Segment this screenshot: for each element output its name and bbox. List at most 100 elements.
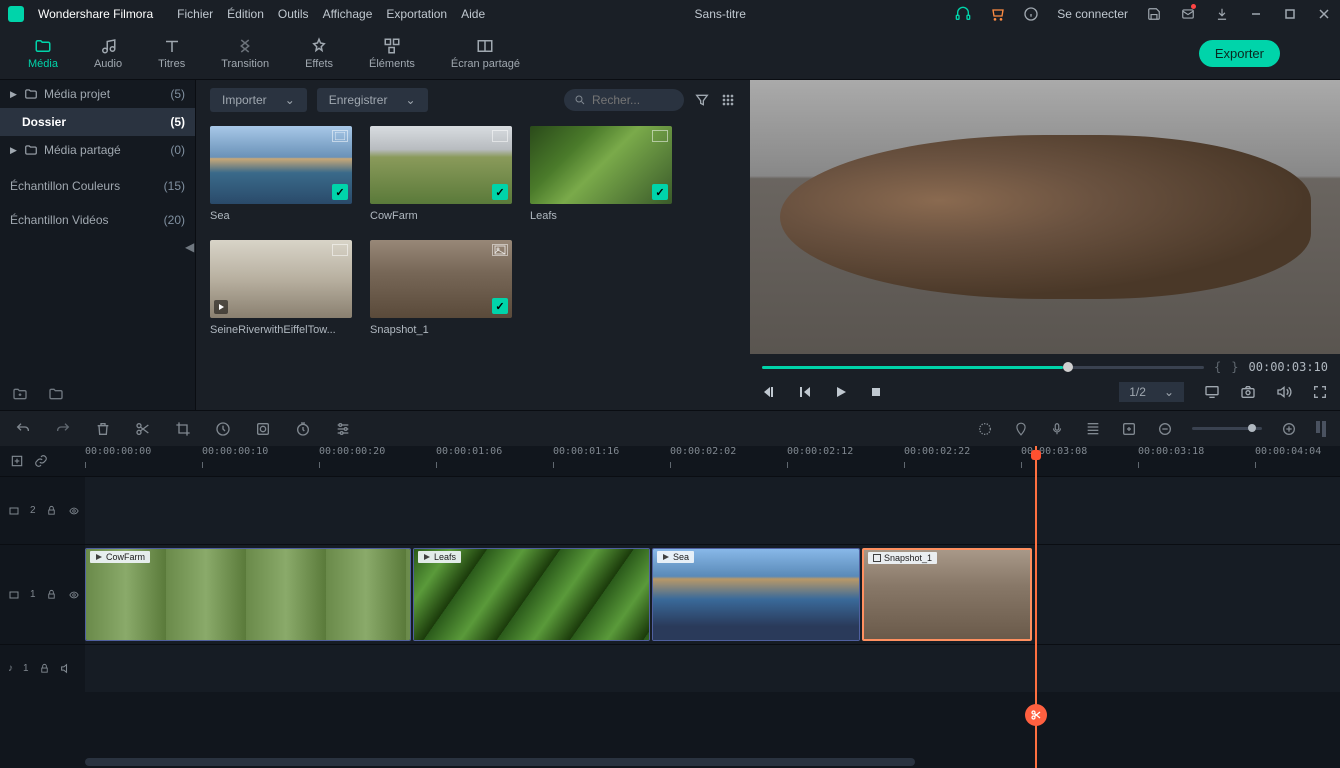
- mute-icon[interactable]: [60, 662, 73, 675]
- menu-help[interactable]: Aide: [461, 7, 485, 21]
- module-toolbar: Média Audio Titres Transition Effets Élé…: [0, 28, 1340, 80]
- save-dropdown[interactable]: Enregistrer ⌄: [317, 88, 428, 112]
- tab-titles[interactable]: Titres: [140, 33, 203, 74]
- search-input[interactable]: [564, 89, 684, 111]
- sidebar-item-folder[interactable]: Dossier (5): [0, 108, 195, 136]
- track-a1[interactable]: ♪1: [0, 644, 1340, 692]
- filter-icon[interactable]: [694, 92, 710, 108]
- link-icon[interactable]: [34, 454, 48, 468]
- collapse-sidebar-icon[interactable]: ◀: [185, 240, 195, 258]
- menu-edit[interactable]: Édition: [227, 7, 264, 21]
- cut-marker-icon[interactable]: [1025, 704, 1047, 726]
- zoom-out-button[interactable]: [1156, 420, 1174, 438]
- preview-canvas[interactable]: [750, 80, 1340, 354]
- visibility-icon[interactable]: [67, 590, 81, 600]
- zoom-in-button[interactable]: [1280, 420, 1298, 438]
- menu-tools[interactable]: Outils: [278, 7, 309, 21]
- auto-ripple-icon[interactable]: [10, 454, 24, 468]
- undo-button[interactable]: [14, 420, 32, 438]
- crop-button[interactable]: [174, 420, 192, 438]
- info-icon[interactable]: [1023, 6, 1039, 22]
- tab-splitscreen[interactable]: Écran partagé: [433, 33, 538, 74]
- grid-view-icon[interactable]: [720, 92, 736, 108]
- horizontal-scrollbar[interactable]: [85, 758, 915, 766]
- clip-cowfarm[interactable]: CowFarm: [85, 548, 411, 641]
- lock-icon[interactable]: [46, 505, 57, 516]
- playhead[interactable]: [1035, 446, 1037, 768]
- window-minimize-icon[interactable]: [1248, 6, 1264, 22]
- track-v1[interactable]: 1 CowFarm Leafs Sea Snapshot_1: [0, 544, 1340, 644]
- mail-icon[interactable]: [1180, 6, 1196, 22]
- clip-sea[interactable]: Sea: [652, 548, 860, 641]
- media-item-seine[interactable]: SeineRiverwithEiffelTow...: [210, 240, 352, 336]
- window-close-icon[interactable]: [1316, 6, 1332, 22]
- marker-icon[interactable]: [1012, 420, 1030, 438]
- speed-button[interactable]: [214, 420, 232, 438]
- media-name: SeineRiverwithEiffelTow...: [210, 324, 352, 336]
- checkmark-icon: ✓: [492, 298, 508, 314]
- mark-out-icon[interactable]: }: [1231, 360, 1238, 374]
- import-dropdown[interactable]: Importer ⌄: [210, 88, 307, 112]
- window-maximize-icon[interactable]: [1282, 6, 1298, 22]
- tab-elements[interactable]: Éléments: [351, 33, 433, 74]
- timeline-ruler[interactable]: 00:00:00:00 00:00:00:10 00:00:00:20 00:0…: [85, 446, 1340, 476]
- settings-button[interactable]: [334, 420, 352, 438]
- volume-icon[interactable]: [1276, 384, 1292, 400]
- tab-media[interactable]: Média: [10, 33, 76, 74]
- render-icon[interactable]: [976, 420, 994, 438]
- delete-button[interactable]: [94, 420, 112, 438]
- display-icon[interactable]: [1204, 384, 1220, 400]
- media-item-leafs[interactable]: ✓ Leafs: [530, 126, 672, 222]
- signin-link[interactable]: Se connecter: [1057, 7, 1128, 21]
- tab-effects[interactable]: Effets: [287, 33, 351, 74]
- step-back-button[interactable]: [798, 385, 812, 399]
- open-folder-icon[interactable]: [48, 386, 64, 402]
- sidebar-count: (0): [170, 143, 185, 157]
- sidebar-item-video-samples[interactable]: Échantillon Vidéos (20): [0, 206, 195, 234]
- color-button[interactable]: [254, 420, 272, 438]
- clip-snapshot[interactable]: Snapshot_1: [862, 548, 1032, 641]
- media-item-sea[interactable]: ✓ Sea: [210, 126, 352, 222]
- sidebar-item-shared-media[interactable]: ▶ Média partagé (0): [0, 136, 195, 164]
- mixer-icon[interactable]: [1084, 420, 1102, 438]
- sidebar-item-project-media[interactable]: ▶ Média projet (5): [0, 80, 195, 108]
- progress-slider[interactable]: [762, 366, 1204, 369]
- headset-icon[interactable]: [955, 6, 971, 22]
- stop-button[interactable]: [870, 386, 882, 398]
- export-button[interactable]: Exporter: [1199, 40, 1280, 67]
- split-button[interactable]: [134, 420, 152, 438]
- new-folder-icon[interactable]: [12, 386, 28, 402]
- lock-icon[interactable]: [39, 663, 50, 674]
- play-icon: [95, 553, 103, 561]
- checkmark-icon: ✓: [652, 184, 668, 200]
- preview-panel: { } 00:00:03:10 1/2 ⌄: [750, 80, 1340, 410]
- sidebar-item-color-samples[interactable]: Échantillon Couleurs (15): [0, 172, 195, 200]
- duration-button[interactable]: [294, 420, 312, 438]
- media-item-snapshot[interactable]: ✓ Snapshot_1: [370, 240, 512, 336]
- redo-button[interactable]: [54, 420, 72, 438]
- add-media-icon[interactable]: [1120, 420, 1138, 438]
- snapshot-icon[interactable]: [1240, 384, 1256, 400]
- lock-icon[interactable]: [46, 589, 57, 600]
- visibility-icon[interactable]: [67, 506, 81, 516]
- tab-audio[interactable]: Audio: [76, 33, 140, 74]
- clip-leafs[interactable]: Leafs: [413, 548, 650, 641]
- menu-view[interactable]: Affichage: [323, 7, 373, 21]
- zoom-slider[interactable]: [1192, 427, 1262, 430]
- cart-icon[interactable]: [989, 6, 1005, 22]
- play-button[interactable]: [834, 385, 848, 399]
- prev-frame-button[interactable]: [762, 385, 776, 399]
- menu-file[interactable]: Fichier: [177, 7, 213, 21]
- fullscreen-icon[interactable]: [1312, 384, 1328, 400]
- save-disk-icon[interactable]: [1146, 6, 1162, 22]
- tab-transition[interactable]: Transition: [203, 33, 287, 74]
- media-item-cowfarm[interactable]: ✓ CowFarm: [370, 126, 512, 222]
- menu-export[interactable]: Exportation: [386, 7, 447, 21]
- preview-quality-dropdown[interactable]: 1/2 ⌄: [1119, 382, 1184, 402]
- download-icon[interactable]: [1214, 6, 1230, 22]
- track-v2[interactable]: 2: [0, 476, 1340, 544]
- performance-icon[interactable]: [1316, 421, 1326, 437]
- mark-in-icon[interactable]: {: [1214, 360, 1221, 374]
- mic-icon[interactable]: [1048, 420, 1066, 438]
- track-type-icon: [8, 589, 20, 601]
